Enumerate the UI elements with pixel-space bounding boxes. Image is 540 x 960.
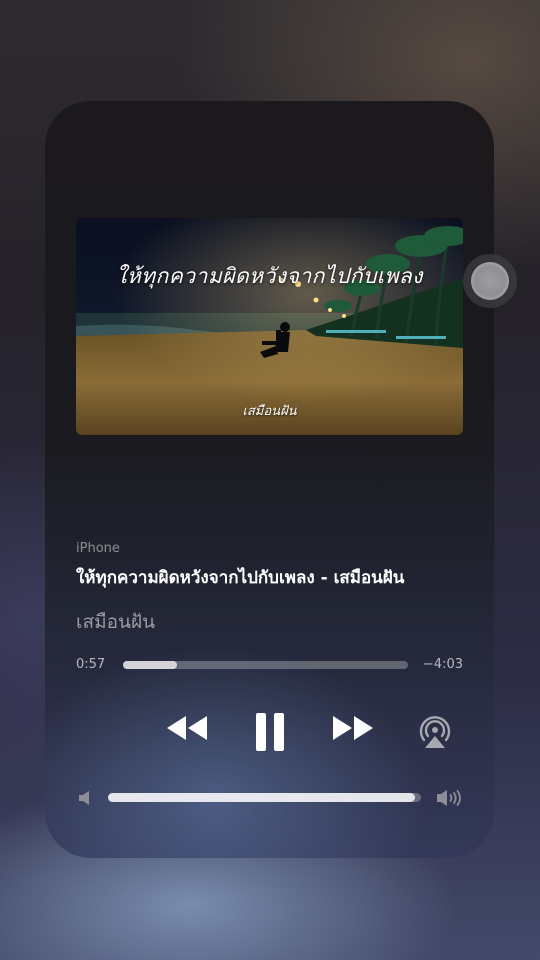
- airplay-audio-icon[interactable]: [417, 714, 453, 750]
- album-artwork[interactable]: ให้ทุกความผิดหวังจากไปกับเพลง เสมือนฝัน: [76, 218, 463, 435]
- speaker-low-icon: [79, 791, 89, 805]
- assistive-touch-inner: [471, 262, 509, 300]
- playback-scrubber[interactable]: [123, 661, 408, 669]
- speaker-high-icon: [437, 790, 461, 806]
- screen: { "now_playing": { "device": "iPhone", "…: [0, 0, 540, 960]
- scrubber-progress: [123, 661, 178, 669]
- artwork-artist-text: เสมือนฝัน: [242, 404, 297, 419]
- elapsed-time: 0:57: [76, 657, 106, 672]
- volume-slider[interactable]: [108, 793, 421, 802]
- now-playing-card: ให้ทุกความผิดหวังจากไปกับเพลง เสมือนฝัน …: [45, 101, 494, 858]
- remaining-time: −4:03: [422, 657, 463, 672]
- volume-level: [108, 793, 415, 802]
- song-title: ให้ทุกความผิดหวังจากไปกับเพลง - เสมือนฝั…: [76, 568, 405, 588]
- fast-forward-icon[interactable]: [331, 713, 375, 743]
- rewind-icon[interactable]: [165, 713, 209, 743]
- assistive-touch-button[interactable]: [463, 254, 517, 308]
- artist-name: เสมือนฝัน: [76, 611, 156, 633]
- pause-icon[interactable]: [253, 712, 287, 752]
- artwork-title-text: ให้ทุกความผิดหวังจากไปกับเพลง: [116, 264, 423, 288]
- output-device-label: iPhone: [76, 541, 120, 556]
